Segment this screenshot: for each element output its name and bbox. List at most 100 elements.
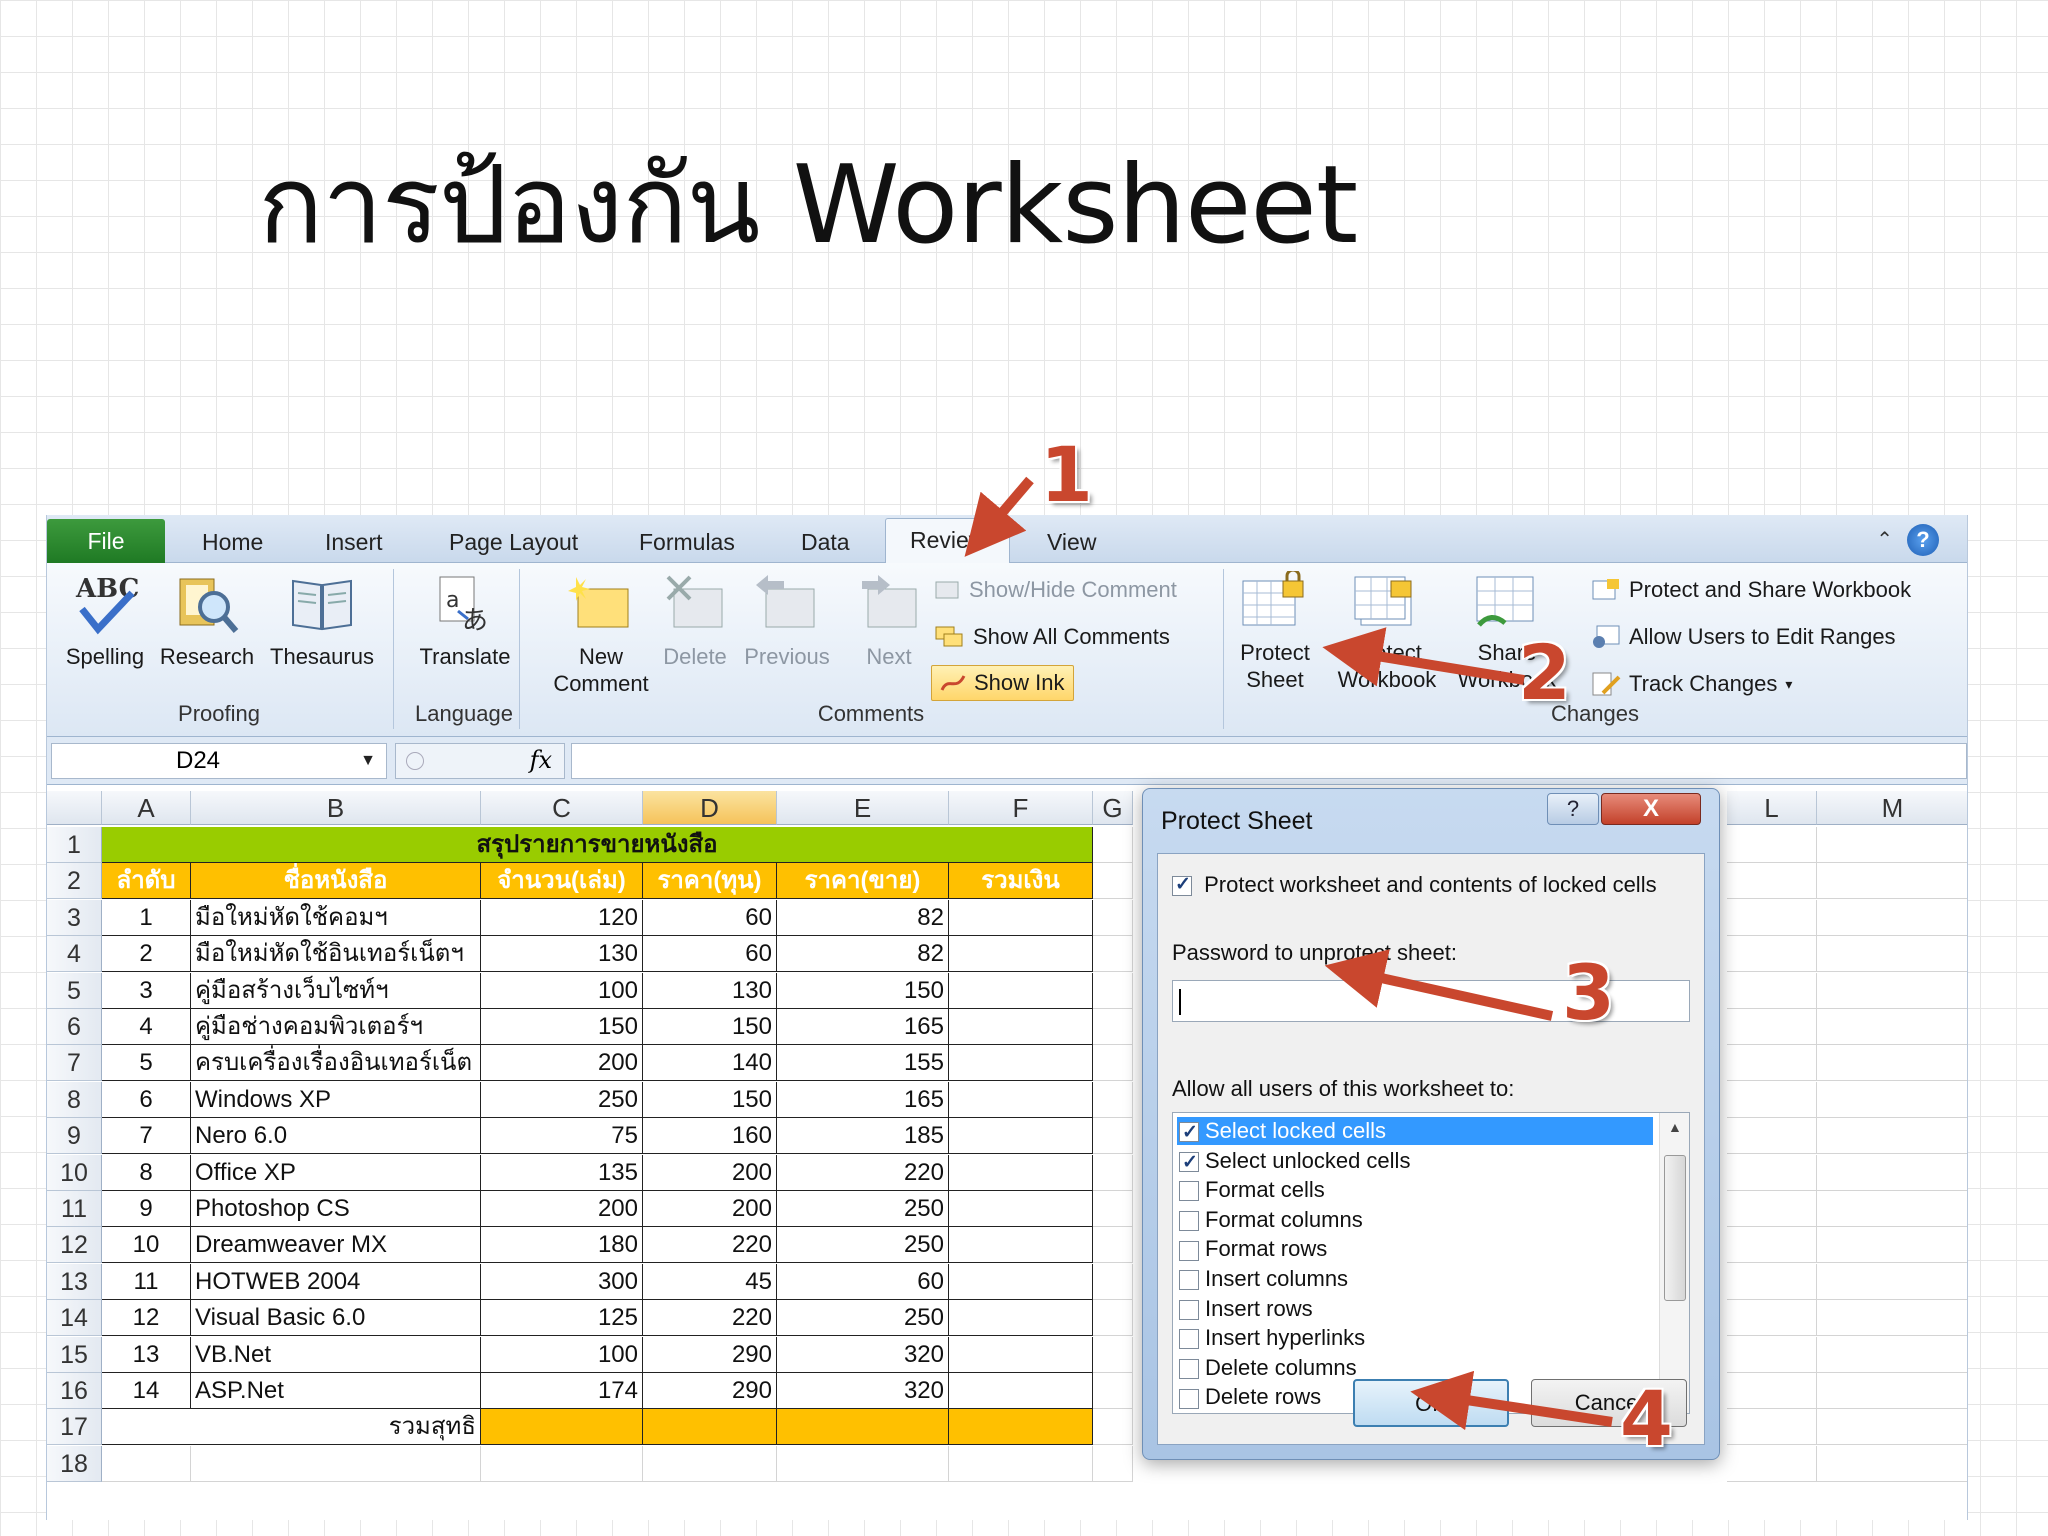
row-header-15[interactable]: 15 [47, 1336, 102, 1373]
protect-workbook-button[interactable]: Protect Workbook [1327, 571, 1447, 693]
previous-comment-button[interactable]: Previous [737, 571, 837, 670]
empty-cell[interactable] [1727, 972, 1817, 1009]
empty-cell[interactable] [1817, 863, 1967, 900]
table-cell[interactable]: 250 [777, 1227, 949, 1264]
scroll-thumb[interactable] [1664, 1155, 1686, 1301]
empty-cell[interactable] [1093, 1191, 1133, 1227]
empty-cell[interactable] [1093, 936, 1133, 973]
table-cell[interactable]: 250 [481, 1081, 643, 1118]
table-cell[interactable]: 250 [777, 1300, 949, 1337]
empty-cell[interactable] [481, 1445, 643, 1482]
checkbox[interactable] [1179, 1240, 1199, 1261]
empty-cell[interactable] [1817, 1264, 1967, 1300]
table-cell[interactable]: 9 [102, 1191, 191, 1227]
column-header-m[interactable]: M [1817, 791, 1967, 825]
column-header-e[interactable]: E [777, 791, 949, 825]
empty-cell[interactable] [1727, 899, 1817, 936]
checkbox[interactable] [1172, 873, 1192, 897]
table-cell[interactable]: มือใหม่หัดใช้คอมฯ [191, 899, 481, 936]
table-cell[interactable]: 200 [481, 1045, 643, 1082]
table-cell[interactable]: ASP.Net [191, 1373, 481, 1409]
table-cell[interactable]: 60 [643, 899, 777, 936]
row-header-10[interactable]: 10 [47, 1154, 102, 1191]
empty-cell[interactable] [1817, 900, 1967, 936]
total-cell[interactable] [481, 1409, 643, 1446]
empty-cell[interactable] [1727, 1227, 1817, 1264]
permission-item[interactable]: Insert hyperlinks [1177, 1324, 1653, 1352]
table-cell[interactable]: คู่มือช่างคอมพิวเตอร์ฯ [191, 1009, 481, 1045]
checkbox[interactable] [1179, 1329, 1199, 1350]
table-cell[interactable]: 290 [643, 1336, 777, 1373]
column-header-d[interactable]: D [643, 791, 777, 825]
table-cell[interactable]: 180 [481, 1227, 643, 1264]
table-cell[interactable] [949, 1191, 1093, 1227]
sheet-title-cell[interactable]: สรุปรายการขายหนังสือ [102, 827, 1093, 863]
checkbox[interactable] [1179, 1358, 1199, 1379]
table-cell[interactable]: 165 [777, 1081, 949, 1118]
thesaurus-button[interactable]: Thesaurus [263, 571, 381, 670]
table-cell[interactable]: 3 [102, 972, 191, 1009]
empty-cell[interactable] [1093, 1373, 1133, 1409]
empty-cell[interactable] [1093, 1118, 1133, 1155]
empty-cell[interactable] [1727, 1191, 1817, 1227]
empty-cell[interactable] [1727, 1154, 1817, 1191]
empty-cell[interactable] [1727, 1336, 1817, 1373]
header-cell[interactable]: รวมเงิน [949, 863, 1093, 900]
empty-cell[interactable] [1817, 1155, 1967, 1191]
header-cell[interactable]: จำนวน(เล่ม) [481, 863, 643, 900]
column-header-c[interactable]: C [481, 791, 643, 825]
table-cell[interactable]: 10 [102, 1227, 191, 1264]
empty-cell[interactable] [1817, 1373, 1967, 1409]
row-header-8[interactable]: 8 [47, 1081, 102, 1118]
protect-sheet-button[interactable]: Protect Sheet [1233, 571, 1317, 693]
table-cell[interactable]: 13 [102, 1336, 191, 1373]
empty-cell[interactable] [1817, 1227, 1967, 1264]
table-cell[interactable]: VB.Net [191, 1336, 481, 1373]
empty-cell[interactable] [1093, 899, 1133, 936]
empty-cell[interactable] [1817, 827, 1967, 863]
table-cell[interactable]: 165 [777, 1009, 949, 1045]
scroll-up-icon[interactable]: ▲ [1668, 1119, 1682, 1135]
empty-cell[interactable] [1817, 1446, 1967, 1482]
table-cell[interactable]: 150 [481, 1009, 643, 1045]
translate-button[interactable]: a あ Translate [405, 571, 525, 670]
row-header-18[interactable]: 18 [47, 1445, 102, 1482]
permission-item[interactable]: Insert columns [1177, 1265, 1653, 1293]
table-cell[interactable]: 1 [102, 899, 191, 936]
table-cell[interactable]: 100 [481, 972, 643, 1009]
row-header-16[interactable]: 16 [47, 1373, 102, 1409]
ok-button[interactable]: OK [1353, 1379, 1509, 1427]
checkbox[interactable] [1179, 1299, 1199, 1320]
empty-cell[interactable] [777, 1445, 949, 1482]
row-header-14[interactable]: 14 [47, 1300, 102, 1337]
table-cell[interactable] [949, 1118, 1093, 1155]
formula-input[interactable] [571, 743, 1967, 779]
table-cell[interactable] [949, 1009, 1093, 1045]
empty-cell[interactable] [1817, 1082, 1967, 1118]
column-header-g[interactable]: G [1093, 791, 1133, 825]
table-cell[interactable] [949, 1154, 1093, 1191]
row-header-13[interactable]: 13 [47, 1263, 102, 1300]
permission-item[interactable]: Format columns [1177, 1206, 1653, 1234]
table-cell[interactable]: 130 [643, 972, 777, 1009]
spelling-button[interactable]: ABC Spelling [57, 571, 153, 670]
show-ink-button[interactable]: Show Ink [931, 665, 1074, 701]
empty-cell[interactable] [643, 1445, 777, 1482]
table-cell[interactable]: 200 [481, 1191, 643, 1227]
permission-item[interactable]: Format rows [1177, 1235, 1653, 1263]
table-cell[interactable]: 8 [102, 1154, 191, 1191]
empty-cell[interactable] [1727, 1300, 1817, 1337]
permission-item[interactable]: Delete columns [1177, 1354, 1653, 1382]
permission-item[interactable]: Insert rows [1177, 1295, 1653, 1323]
empty-cell[interactable] [1727, 863, 1817, 900]
empty-cell[interactable] [1817, 1009, 1967, 1045]
table-cell[interactable]: 155 [777, 1045, 949, 1082]
total-cell[interactable] [643, 1409, 777, 1446]
tab-formulas[interactable]: Formulas [639, 525, 735, 559]
row-header-12[interactable]: 12 [47, 1227, 102, 1264]
column-header-f[interactable]: F [949, 791, 1093, 825]
track-changes-button[interactable]: Track Changes ▾ [1591, 671, 1792, 697]
empty-cell[interactable] [1817, 1118, 1967, 1155]
dialog-help-button[interactable]: ? [1547, 793, 1599, 825]
table-cell[interactable]: 200 [643, 1154, 777, 1191]
